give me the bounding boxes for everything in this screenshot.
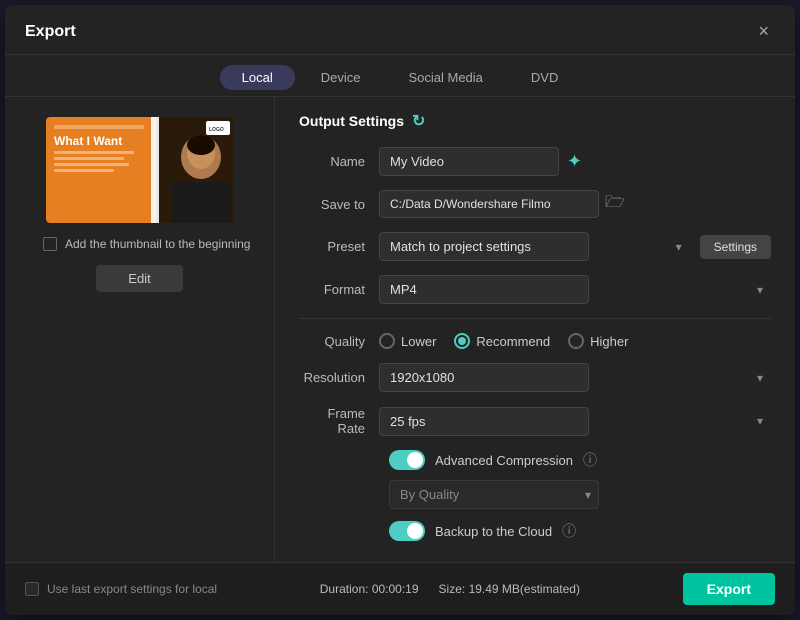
name-input[interactable] xyxy=(379,147,559,176)
quality-recommend-label: Recommend xyxy=(476,334,550,349)
thumbnail-preview: What I Want LOGO xyxy=(46,117,234,223)
frame-rate-label: Frame Rate xyxy=(299,406,379,436)
tabs-row: Local Device Social Media DVD xyxy=(5,55,795,97)
save-path-input[interactable] xyxy=(379,190,599,218)
quality-label: Quality xyxy=(299,334,379,349)
path-input-wrap: 🗁 xyxy=(379,190,771,218)
right-panel: Output Settings ↻ Name ✦ Save to 🗁 xyxy=(275,97,795,562)
frame-rate-chevron-icon: ▾ xyxy=(757,414,763,428)
dialog-title: Export xyxy=(25,23,76,41)
ai-icon[interactable]: ✦ xyxy=(567,151,582,172)
close-button[interactable]: × xyxy=(752,19,775,44)
backup-cloud-label: Backup to the Cloud xyxy=(435,524,552,539)
advanced-compression-wrap: Advanced Compression ⓘ xyxy=(299,450,771,470)
refresh-icon[interactable]: ↻ xyxy=(412,111,425,131)
add-thumbnail-label: Add the thumbnail to the beginning xyxy=(65,237,250,251)
resolution-chevron-icon: ▾ xyxy=(757,371,763,385)
name-row: Name ✦ xyxy=(299,147,771,176)
by-quality-wrap: By Quality ▾ xyxy=(299,480,771,509)
quality-radio-group: Lower Recommend Higher xyxy=(379,333,771,349)
name-input-wrap: ✦ xyxy=(379,147,771,176)
backup-cloud-info-icon[interactable]: ⓘ xyxy=(562,521,576,541)
divider xyxy=(299,318,771,319)
backup-cloud-row: Backup to the Cloud ⓘ xyxy=(299,521,771,541)
format-label: Format xyxy=(299,282,379,297)
name-label: Name xyxy=(299,154,379,169)
backup-cloud-toggle[interactable] xyxy=(389,521,425,541)
tab-dvd[interactable]: DVD xyxy=(509,65,580,90)
output-settings-label: Output Settings xyxy=(299,113,404,129)
dialog-header: Export × xyxy=(5,5,795,55)
resolution-select-wrap: 1920x1080 ▾ xyxy=(379,363,771,392)
quality-recommend[interactable]: Recommend xyxy=(454,333,550,349)
use-last-checkbox[interactable] xyxy=(25,582,39,596)
preset-label: Preset xyxy=(299,239,379,254)
preset-controls: Match to project settings ▾ Settings xyxy=(379,232,771,261)
save-to-label: Save to xyxy=(299,197,379,212)
dialog-footer: Use last export settings for local Durat… xyxy=(5,562,795,615)
export-dialog: Export × Local Device Social Media DVD xyxy=(5,5,795,615)
preset-chevron-icon: ▾ xyxy=(676,240,682,254)
tab-social-media[interactable]: Social Media xyxy=(386,65,504,90)
preset-select[interactable]: Match to project settings xyxy=(379,232,589,261)
format-chevron-icon: ▾ xyxy=(757,283,763,297)
by-quality-select-wrap: By Quality ▾ xyxy=(389,480,599,509)
tab-device[interactable]: Device xyxy=(299,65,383,90)
preset-select-wrap: Match to project settings ▾ xyxy=(379,232,690,261)
save-to-row: Save to 🗁 xyxy=(299,190,771,218)
frame-rate-select[interactable]: 25 fps xyxy=(379,407,589,436)
export-button[interactable]: Export xyxy=(683,573,775,605)
resolution-select[interactable]: 1920x1080 xyxy=(379,363,589,392)
quality-lower[interactable]: Lower xyxy=(379,333,436,349)
advanced-compression-info-icon[interactable]: ⓘ xyxy=(583,450,597,470)
backup-cloud-wrap: Backup to the Cloud ⓘ xyxy=(299,521,771,541)
advanced-compression-toggle[interactable] xyxy=(389,450,425,470)
add-thumbnail-row: Add the thumbnail to the beginning xyxy=(23,237,256,251)
tab-local[interactable]: Local xyxy=(220,65,295,90)
format-select-wrap: MP4 ▾ xyxy=(379,275,771,304)
quality-higher[interactable]: Higher xyxy=(568,333,628,349)
format-row: Format MP4 ▾ xyxy=(299,275,771,304)
edit-button[interactable]: Edit xyxy=(96,265,182,292)
use-last-label: Use last export settings for local xyxy=(47,582,217,596)
resolution-row: Resolution 1920x1080 ▾ xyxy=(299,363,771,392)
quality-lower-label: Lower xyxy=(401,334,436,349)
resolution-label: Resolution xyxy=(299,370,379,385)
preset-row: Preset Match to project settings ▾ Setti… xyxy=(299,232,771,261)
svg-text:LOGO: LOGO xyxy=(209,127,224,133)
settings-button[interactable]: Settings xyxy=(700,235,771,259)
duration-info: Duration: 00:00:19 xyxy=(320,582,419,596)
folder-icon[interactable]: 🗁 xyxy=(605,191,625,218)
size-info: Size: 19.49 MB(estimated) xyxy=(439,582,580,596)
footer-info: Duration: 00:00:19 Size: 19.49 MB(estima… xyxy=(320,582,580,596)
quality-row: Quality Lower Recommend Higher xyxy=(299,333,771,349)
output-settings-header: Output Settings ↻ xyxy=(299,111,771,131)
by-quality-select[interactable]: By Quality xyxy=(389,480,599,509)
format-select[interactable]: MP4 xyxy=(379,275,589,304)
frame-rate-row: Frame Rate 25 fps ▾ xyxy=(299,406,771,436)
advanced-compression-row: Advanced Compression ⓘ xyxy=(299,450,771,470)
footer-left: Use last export settings for local xyxy=(25,582,217,596)
advanced-compression-label: Advanced Compression xyxy=(435,453,573,468)
quality-higher-label: Higher xyxy=(590,334,628,349)
duration-value: 00:00:19 xyxy=(372,582,419,596)
dialog-body: What I Want LOGO xyxy=(5,97,795,562)
radio-lower-circle xyxy=(379,333,395,349)
radio-higher-circle xyxy=(568,333,584,349)
size-value: 19.49 MB(estimated) xyxy=(469,582,580,596)
left-panel: What I Want LOGO xyxy=(5,97,275,562)
add-thumbnail-checkbox[interactable] xyxy=(43,237,57,251)
svg-text:What I Want: What I Want xyxy=(54,134,122,148)
frame-rate-select-wrap: 25 fps ▾ xyxy=(379,407,771,436)
duration-label: Duration: xyxy=(320,582,369,596)
radio-recommend-circle xyxy=(454,333,470,349)
size-label: Size: xyxy=(439,582,466,596)
